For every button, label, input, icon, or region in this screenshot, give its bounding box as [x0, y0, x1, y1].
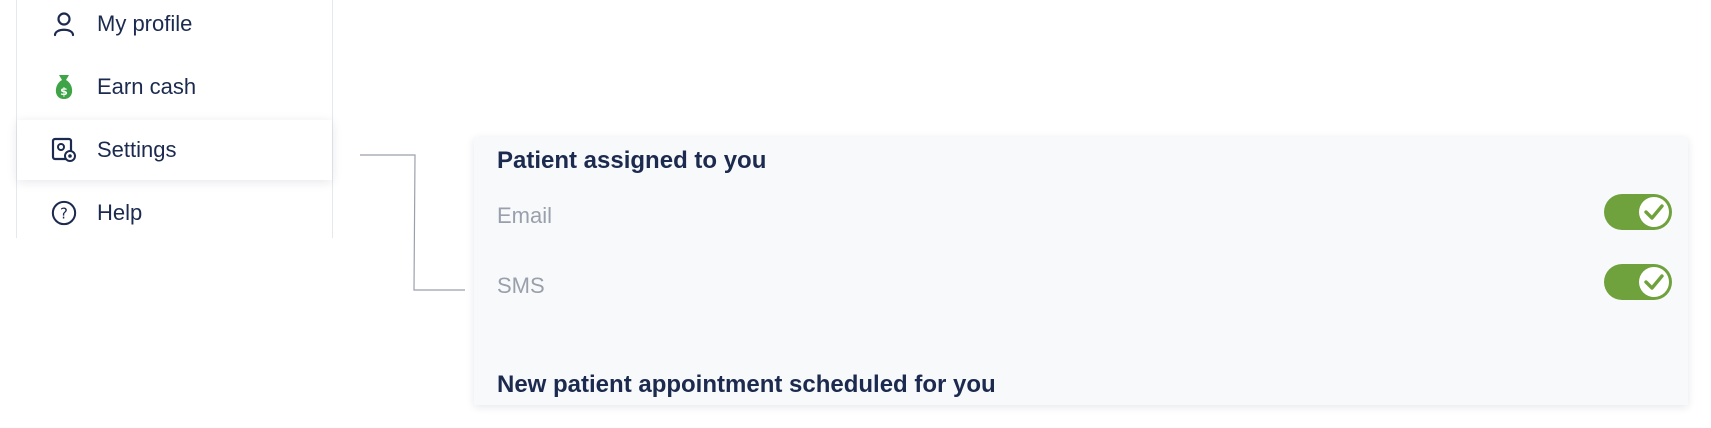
section-title: New patient appointment scheduled for yo…	[497, 371, 996, 398]
check-icon	[1639, 197, 1669, 227]
check-icon	[1639, 267, 1669, 297]
sms-label: SMS	[497, 273, 545, 298]
email-label: Email	[497, 203, 553, 228]
sms-toggle[interactable]	[1604, 264, 1672, 300]
email-toggle[interactable]	[1604, 194, 1672, 230]
section-title: Patient assigned to you	[497, 147, 767, 174]
notification-settings-panel: Patient assigned to you Email SMS New pa…	[474, 137, 1688, 405]
